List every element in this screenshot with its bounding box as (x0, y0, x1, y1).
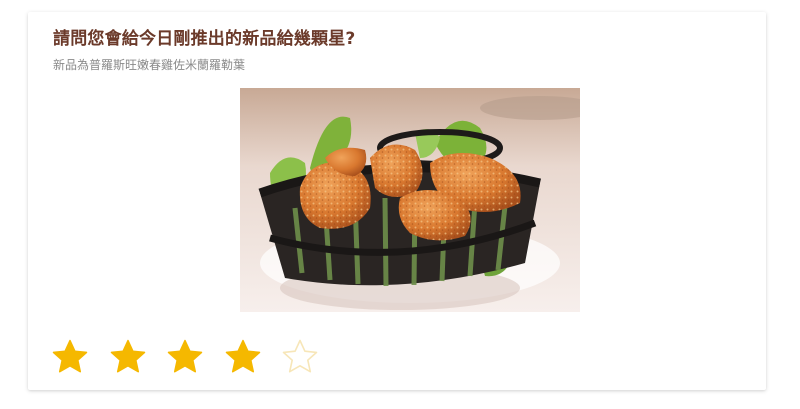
star-filled-icon[interactable] (165, 337, 205, 377)
fried-chicken-photo (240, 88, 580, 312)
question-title: 請問您會給今日剛推出的新品給幾顆星? (53, 29, 356, 49)
star-filled-icon[interactable] (223, 337, 263, 377)
fried-chicken-image (240, 88, 580, 312)
survey-card: 請問您會給今日剛推出的新品給幾顆星? 新品為普羅斯旺嫩春雞佐米蘭羅勒葉 (28, 12, 766, 390)
star-empty-icon[interactable] (280, 337, 320, 377)
question-description: 新品為普羅斯旺嫩春雞佐米蘭羅勒葉 (53, 58, 246, 72)
star-filled-icon[interactable] (50, 337, 90, 377)
star-rating (50, 337, 338, 377)
star-filled-icon[interactable] (108, 337, 148, 377)
